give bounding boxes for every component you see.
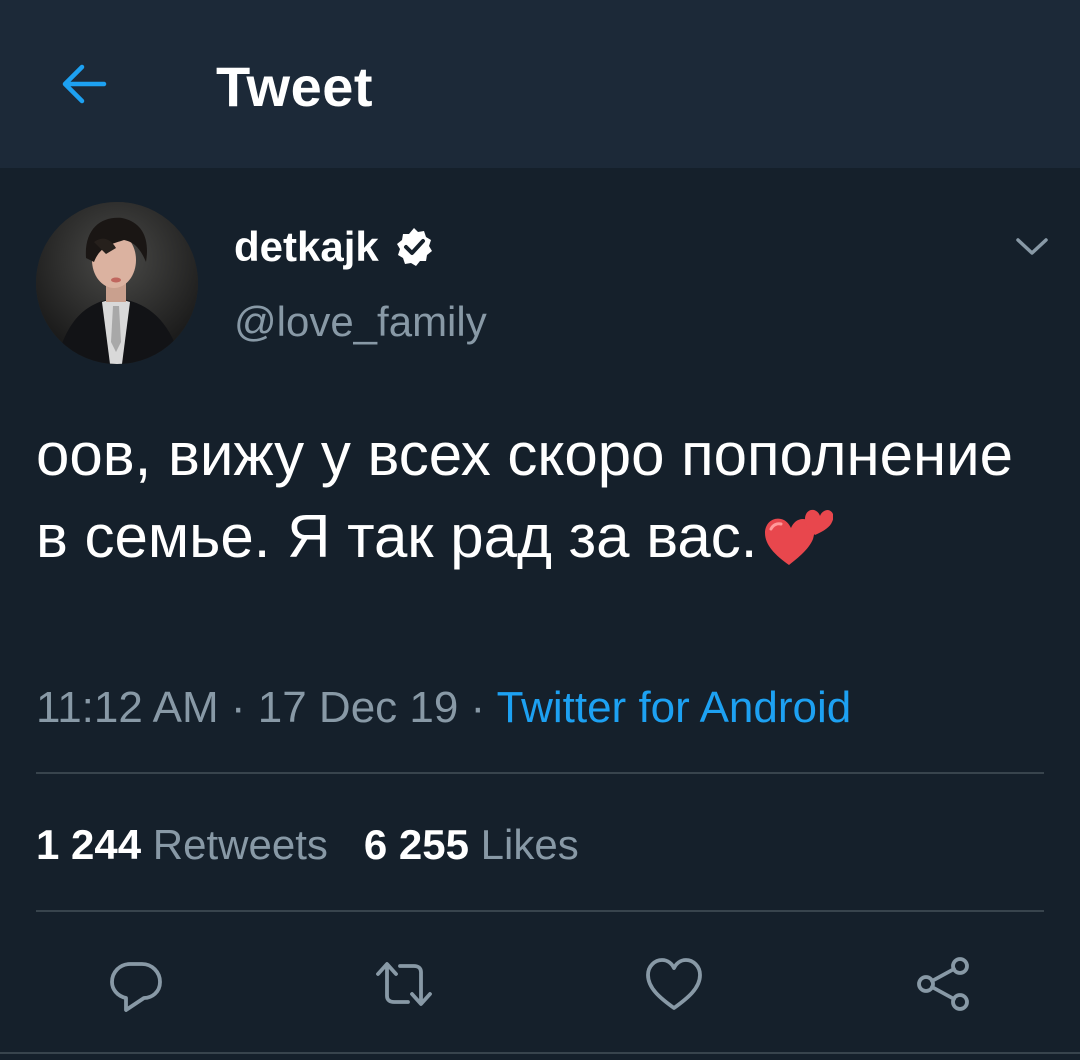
- two-hearts-emoji-icon: [765, 509, 834, 565]
- retweets-stat[interactable]: 1 244 Retweets: [36, 821, 328, 868]
- likes-stat[interactable]: 6 255 Likes: [364, 821, 579, 868]
- display-name[interactable]: detkajk: [234, 223, 379, 271]
- retweet-icon: [376, 962, 432, 1006]
- tweet-date: 17 Dec 19: [257, 683, 459, 732]
- reply-icon: [110, 962, 162, 1012]
- avatar[interactable]: [36, 202, 198, 364]
- avatar-photo: [36, 202, 198, 364]
- page-title: Tweet: [216, 55, 374, 118]
- share-icon: [917, 957, 969, 1011]
- share-button[interactable]: [906, 946, 982, 1022]
- divider: [36, 772, 1044, 774]
- reply-button[interactable]: [98, 946, 174, 1022]
- meta-separator: ·: [458, 683, 497, 732]
- verified-badge-icon: [396, 228, 432, 266]
- retweets-label: Retweets: [152, 821, 328, 868]
- retweets-count: 1 244: [36, 821, 142, 868]
- tweet-stats: 1 244 Retweets 6 255 Likes: [36, 816, 579, 874]
- divider: [36, 910, 1044, 912]
- tweet-text-content: оов, вижу у всех скоро пополнение в семь…: [36, 421, 1014, 570]
- tweet-detail-screen: Tweet detkajk @love_family оов, вижу у в…: [0, 0, 1080, 1060]
- tweet-actions-bar: [0, 936, 1080, 1028]
- heart-icon: [646, 958, 702, 1010]
- tweet-time: 11:12 AM: [36, 683, 219, 732]
- likes-label: Likes: [480, 821, 579, 868]
- back-arrow-icon: [62, 64, 107, 104]
- more-options-button[interactable]: [1008, 222, 1056, 270]
- like-button[interactable]: [636, 946, 712, 1022]
- back-button[interactable]: [52, 52, 116, 116]
- tweet-meta: 11:12 AM · 17 Dec 19 · Twitter for Andro…: [36, 680, 851, 736]
- likes-count: 6 255: [363, 821, 469, 868]
- user-handle[interactable]: @love_family: [234, 296, 487, 348]
- tweet-source-link[interactable]: Twitter for Android: [497, 683, 852, 732]
- meta-separator: ·: [218, 683, 258, 732]
- display-name-row: detkajk: [234, 222, 435, 272]
- tweet-text: оов, вижу у всех скоро пополнение в семь…: [36, 414, 1046, 578]
- retweet-button[interactable]: [366, 946, 442, 1022]
- divider: [0, 1052, 1080, 1054]
- chevron-down-icon: [1016, 238, 1048, 255]
- top-app-bar: Tweet: [0, 0, 1080, 168]
